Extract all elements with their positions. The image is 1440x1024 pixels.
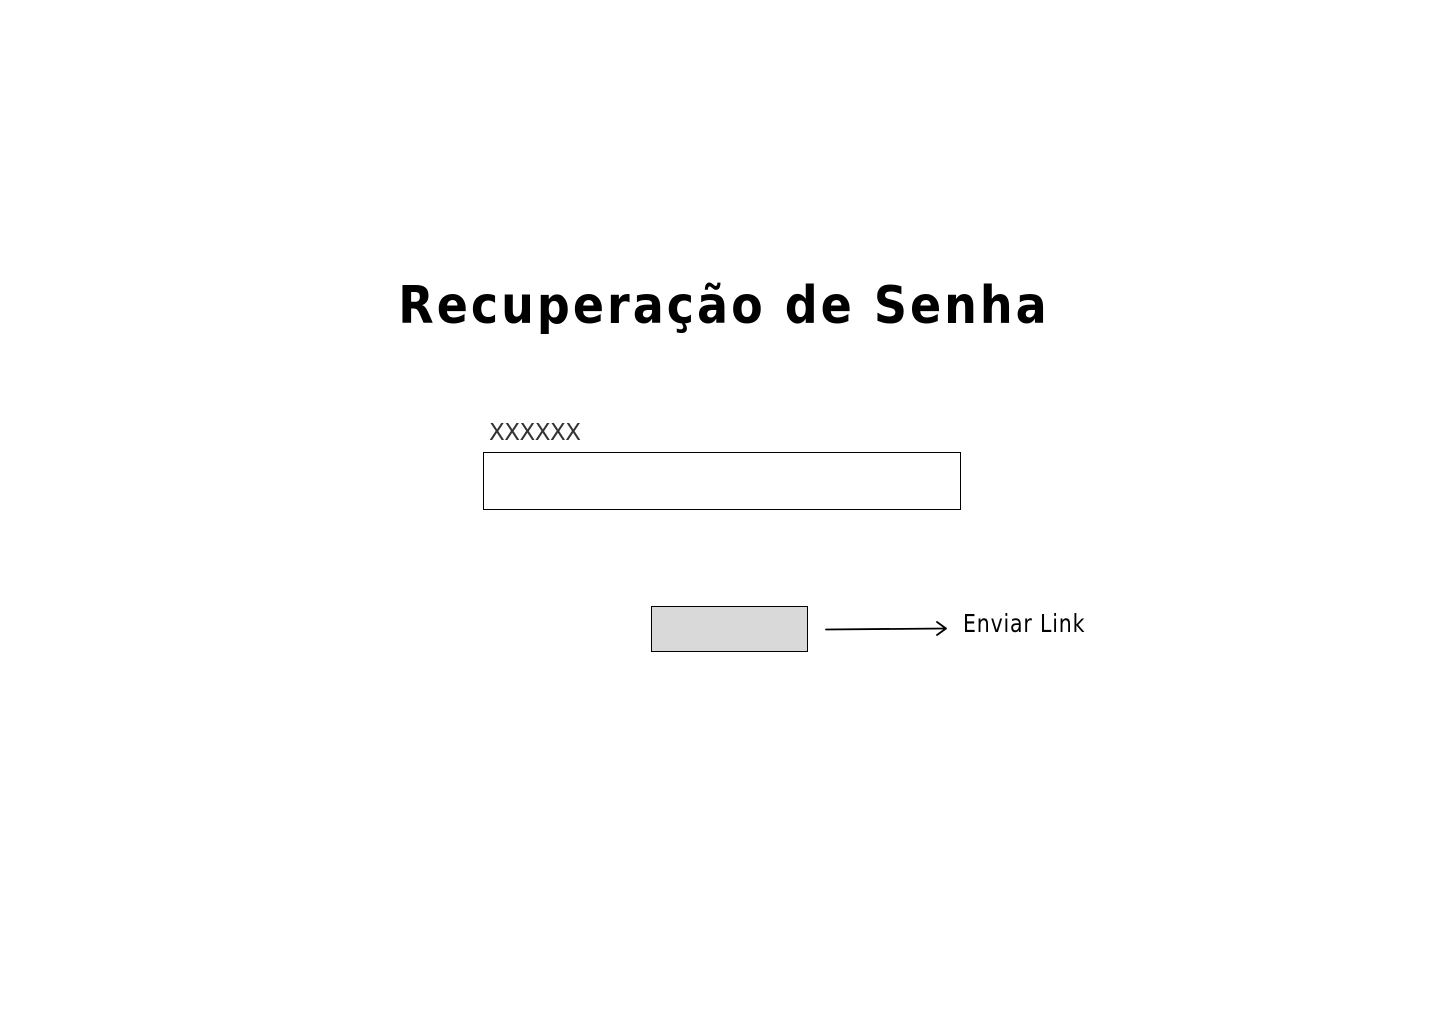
send-link-annotation: Enviar Link: [963, 609, 1086, 638]
page-title: Recuperação de Senha: [398, 274, 1050, 336]
send-link-button[interactable]: [651, 606, 808, 652]
recovery-input[interactable]: [483, 452, 961, 510]
arrow-right-icon: [825, 621, 947, 636]
password-recovery-page: Recuperação de Senha XXXXXX Enviar Link: [0, 0, 1440, 1024]
field-label: XXXXXX: [489, 420, 581, 446]
